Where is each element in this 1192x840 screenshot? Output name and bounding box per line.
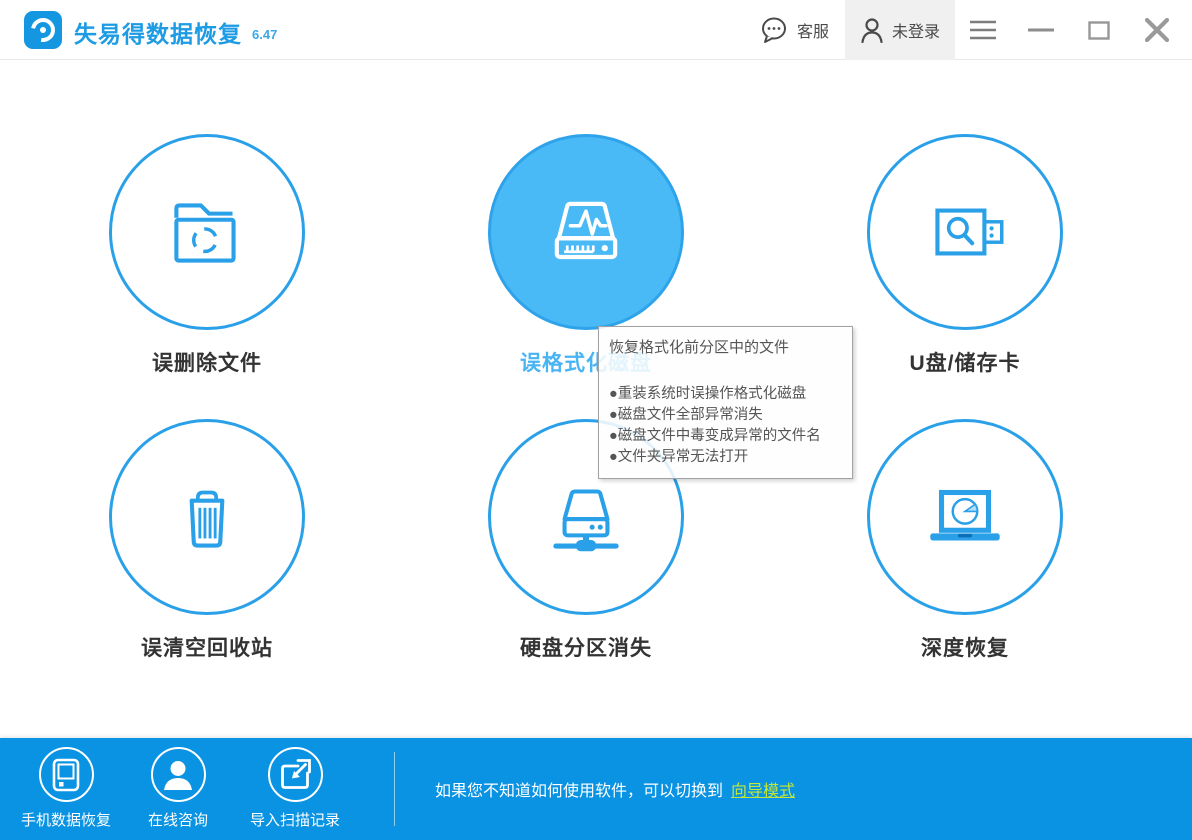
- tooltip-bullet: ●磁盘文件中毒变成异常的文件名: [609, 426, 842, 447]
- phone-icon: [52, 758, 80, 791]
- tooltip-spacer: [609, 357, 842, 384]
- bullet-icon: ●: [609, 407, 618, 423]
- tooltip-bullet-text: 磁盘文件全部异常消失: [617, 407, 763, 423]
- app-window: 失易得数据恢复 6.47 客服 未登录 误删除文件 误格式化磁盘 U盘/储存卡 …: [0, 0, 1192, 840]
- wizard-mode-link[interactable]: 向导模式: [731, 777, 795, 801]
- mode-lost-partition-label: 硬盘分区消失: [520, 637, 652, 660]
- mode-usb-storage-card[interactable]: U盘/储存卡: [835, 134, 1095, 377]
- tooltip-bullet: ●磁盘文件全部异常消失: [609, 405, 842, 426]
- user-icon: [861, 18, 883, 43]
- app-version: 6.47: [252, 27, 278, 42]
- maximize-icon: [1088, 20, 1110, 40]
- usb-search-icon: [935, 208, 1004, 256]
- login-label: 未登录: [891, 24, 940, 41]
- import-icon: [281, 758, 311, 789]
- mode-formatted-disk-circle[interactable]: [488, 134, 684, 330]
- bullet-icon: ●: [609, 386, 618, 402]
- footer-bar: 手机数据恢复 在线咨询 导入扫描记录 如果您不知道如何使用软件，可以切换到 向导…: [0, 738, 1192, 840]
- close-button[interactable]: [1134, 0, 1180, 60]
- laptop-pie-icon: [930, 489, 1000, 541]
- online-consult-circle[interactable]: [150, 747, 206, 802]
- person-icon: [164, 760, 192, 790]
- chat-bubble-icon: [761, 17, 786, 43]
- disk-waveform-icon: [554, 201, 618, 260]
- online-consult-label: 在线咨询: [147, 812, 208, 829]
- drive-network-icon: [553, 489, 619, 552]
- mode-emptied-recycle-bin-label: 误清空回收站: [141, 637, 273, 660]
- mode-usb-storage-card-label: U盘/储存卡: [909, 352, 1021, 375]
- mode-deep-recovery[interactable]: 深度恢复: [835, 419, 1095, 662]
- tooltip-bullet-text: 文件夹异常无法打开: [617, 449, 749, 465]
- tooltip-bullet: ●重装系统时误操作格式化磁盘: [609, 384, 842, 405]
- import-scan-records-label: 导入扫描记录: [249, 812, 340, 829]
- trash-can-icon: [189, 490, 225, 548]
- mode-deleted-files-label: 误删除文件: [152, 352, 262, 375]
- folder-recycle-icon: [174, 203, 236, 263]
- tooltip-bullet: ●文件夹异常无法打开: [609, 447, 842, 468]
- tooltip-title: 恢复格式化前分区中的文件: [609, 339, 790, 356]
- tooltip-bullet-text: 重装系统时误操作格式化磁盘: [617, 386, 807, 402]
- online-consult-button[interactable]: 在线咨询: [116, 747, 240, 830]
- app-title: 失易得数据恢复: [74, 21, 242, 47]
- mode-emptied-recycle-bin[interactable]: 误清空回收站: [77, 419, 337, 662]
- import-scan-records-button[interactable]: 导入扫描记录: [233, 747, 357, 830]
- footer-hint-text: 如果您不知道如何使用软件，可以切换到: [435, 783, 724, 800]
- minimize-icon: [1028, 28, 1054, 32]
- mode-deleted-files-circle[interactable]: [109, 134, 305, 330]
- mode-emptied-recycle-bin-circle[interactable]: [109, 419, 305, 615]
- phone-data-recovery-label: 手机数据恢复: [20, 812, 111, 829]
- mode-formatted-disk-tooltip: 恢复格式化前分区中的文件 ●重装系统时误操作格式化磁盘 ●磁盘文件全部异常消失 …: [598, 326, 853, 479]
- logo-dot: [40, 27, 46, 33]
- mode-deleted-files[interactable]: 误删除文件: [77, 134, 337, 377]
- close-icon: [1145, 18, 1169, 42]
- phone-data-recovery-button[interactable]: 手机数据恢复: [4, 747, 128, 830]
- login-button[interactable]: 未登录: [845, 0, 955, 60]
- import-scan-records-circle[interactable]: [267, 747, 323, 802]
- footer-hint: 如果您不知道如何使用软件，可以切换到 向导模式: [435, 738, 795, 840]
- footer-divider: [394, 752, 395, 826]
- bullet-icon: ●: [609, 449, 618, 465]
- maximize-button[interactable]: [1078, 0, 1120, 60]
- phone-data-recovery-circle[interactable]: [38, 747, 94, 802]
- customer-service-label: 客服: [796, 24, 829, 41]
- bullet-icon: ●: [609, 428, 618, 444]
- menu-button[interactable]: [962, 0, 1004, 60]
- mode-deep-recovery-label: 深度恢复: [921, 637, 1009, 660]
- title-bar: 失易得数据恢复 6.47 客服 未登录: [0, 0, 1192, 60]
- mode-deep-recovery-circle[interactable]: [867, 419, 1063, 615]
- mode-usb-storage-card-circle[interactable]: [867, 134, 1063, 330]
- tooltip-bullet-text: 磁盘文件中毒变成异常的文件名: [617, 428, 821, 444]
- customer-service-button[interactable]: 客服: [748, 0, 840, 60]
- app-logo-icon: [24, 11, 62, 49]
- hamburger-menu-icon: [970, 20, 996, 40]
- minimize-button[interactable]: [1020, 0, 1062, 60]
